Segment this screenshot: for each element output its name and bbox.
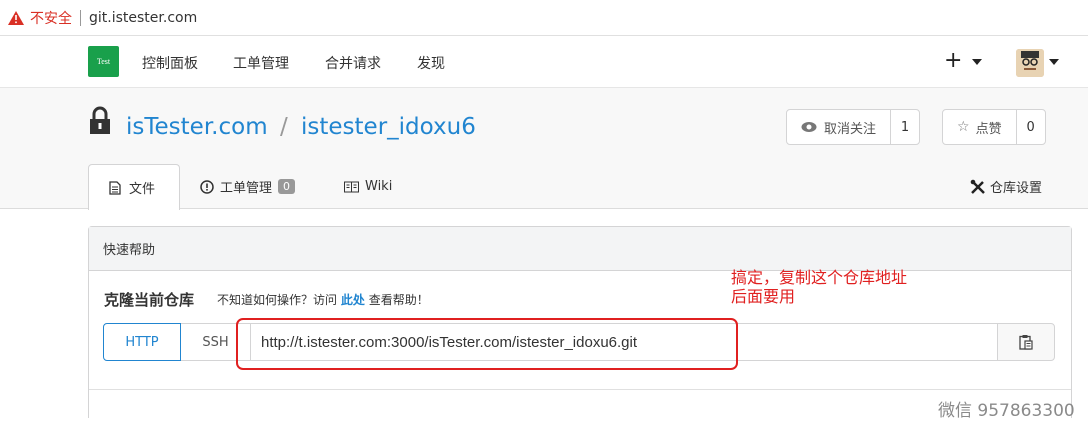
tab-wiki[interactable]: Wiki — [344, 164, 392, 209]
tab-issues-label: 工单管理 — [220, 181, 273, 196]
clone-hint: 不知道如何操作？访问 此处 查看帮助！ — [217, 291, 429, 308]
create-new-button[interactable]: + — [944, 48, 962, 73]
annotation-text: 搞定，复制这个仓库地址 后面要用 — [731, 268, 907, 306]
browser-address-bar[interactable]: 不安全 git.istester.com — [0, 0, 1088, 36]
tab-files-label: 文件 — [129, 182, 156, 197]
eye-icon — [801, 122, 817, 132]
issue-icon — [200, 179, 214, 194]
clone-title: 克隆当前仓库 — [104, 291, 195, 309]
copy-url-button[interactable] — [997, 323, 1055, 361]
lock-icon — [90, 106, 110, 134]
clone-hint-suffix: 查看帮助！ — [368, 293, 429, 307]
watch-count[interactable]: 1 — [891, 110, 919, 144]
help-link[interactable]: 此处 — [341, 293, 365, 307]
book-icon — [344, 181, 359, 192]
issues-count-badge: 0 — [278, 179, 296, 194]
repo-owner-link[interactable]: isTester.com — [126, 114, 268, 140]
star-button[interactable]: ☆ 点赞 — [943, 110, 1017, 144]
site-logo[interactable]: Test — [88, 46, 119, 77]
repo-path-separator: / — [280, 114, 288, 140]
nav-dashboard[interactable]: 控制面板 — [142, 53, 198, 73]
annotation-line-1: 搞定，复制这个仓库地址 — [731, 268, 908, 287]
tab-files[interactable]: 文件 — [88, 164, 180, 210]
http-clone-button[interactable]: HTTP — [103, 323, 181, 361]
user-avatar[interactable] — [1016, 49, 1044, 77]
clone-hint-prefix: 不知道如何操作？访问 — [217, 293, 338, 307]
tab-settings[interactable]: 仓库设置 — [970, 164, 1042, 209]
nav-explore[interactable]: 发现 — [417, 53, 445, 73]
panel-divider — [89, 389, 1071, 390]
star-count[interactable]: 0 — [1017, 110, 1045, 144]
star-icon: ☆ — [957, 119, 970, 135]
clipboard-icon — [1019, 335, 1033, 350]
quick-help-header: 快速帮助 — [89, 227, 1071, 271]
avatar-face-icon — [1016, 49, 1044, 77]
file-icon — [109, 180, 121, 195]
unwatch-button[interactable]: 取消关注 — [787, 110, 892, 144]
annotation-highlight-box — [236, 318, 738, 370]
watermark: 微信 957863300 — [938, 401, 1075, 421]
address-url[interactable]: git.istester.com — [89, 10, 197, 26]
tools-icon — [970, 179, 985, 194]
unwatch-label: 取消关注 — [824, 121, 877, 137]
create-dropdown-caret-icon[interactable] — [972, 59, 982, 65]
warning-icon — [8, 10, 24, 25]
repo-header: isTester.com / istester_idoxu6 取消关注 1 ☆ … — [0, 88, 1088, 210]
nav-pulls[interactable]: 合并请求 — [325, 53, 381, 73]
annotation-line-2: 后面要用 — [731, 287, 796, 306]
tab-issues[interactable]: 工单管理 0 — [200, 164, 296, 209]
star-button-group: ☆ 点赞 0 — [942, 109, 1046, 145]
address-separator — [80, 9, 81, 26]
tab-settings-label: 仓库设置 — [990, 181, 1043, 196]
nav-issues[interactable]: 工单管理 — [233, 53, 289, 73]
watch-button-group: 取消关注 1 — [786, 109, 921, 145]
logo-text: Test — [96, 57, 111, 66]
repo-name-link[interactable]: istester_idoxu6 — [301, 114, 476, 140]
tab-wiki-label: Wiki — [365, 179, 393, 194]
user-dropdown-caret-icon[interactable] — [1049, 59, 1059, 65]
star-label: 点赞 — [975, 121, 1002, 137]
insecure-label: 不安全 — [30, 10, 72, 27]
top-navbar: Test 控制面板 工单管理 合并请求 发现 + — [0, 36, 1088, 88]
